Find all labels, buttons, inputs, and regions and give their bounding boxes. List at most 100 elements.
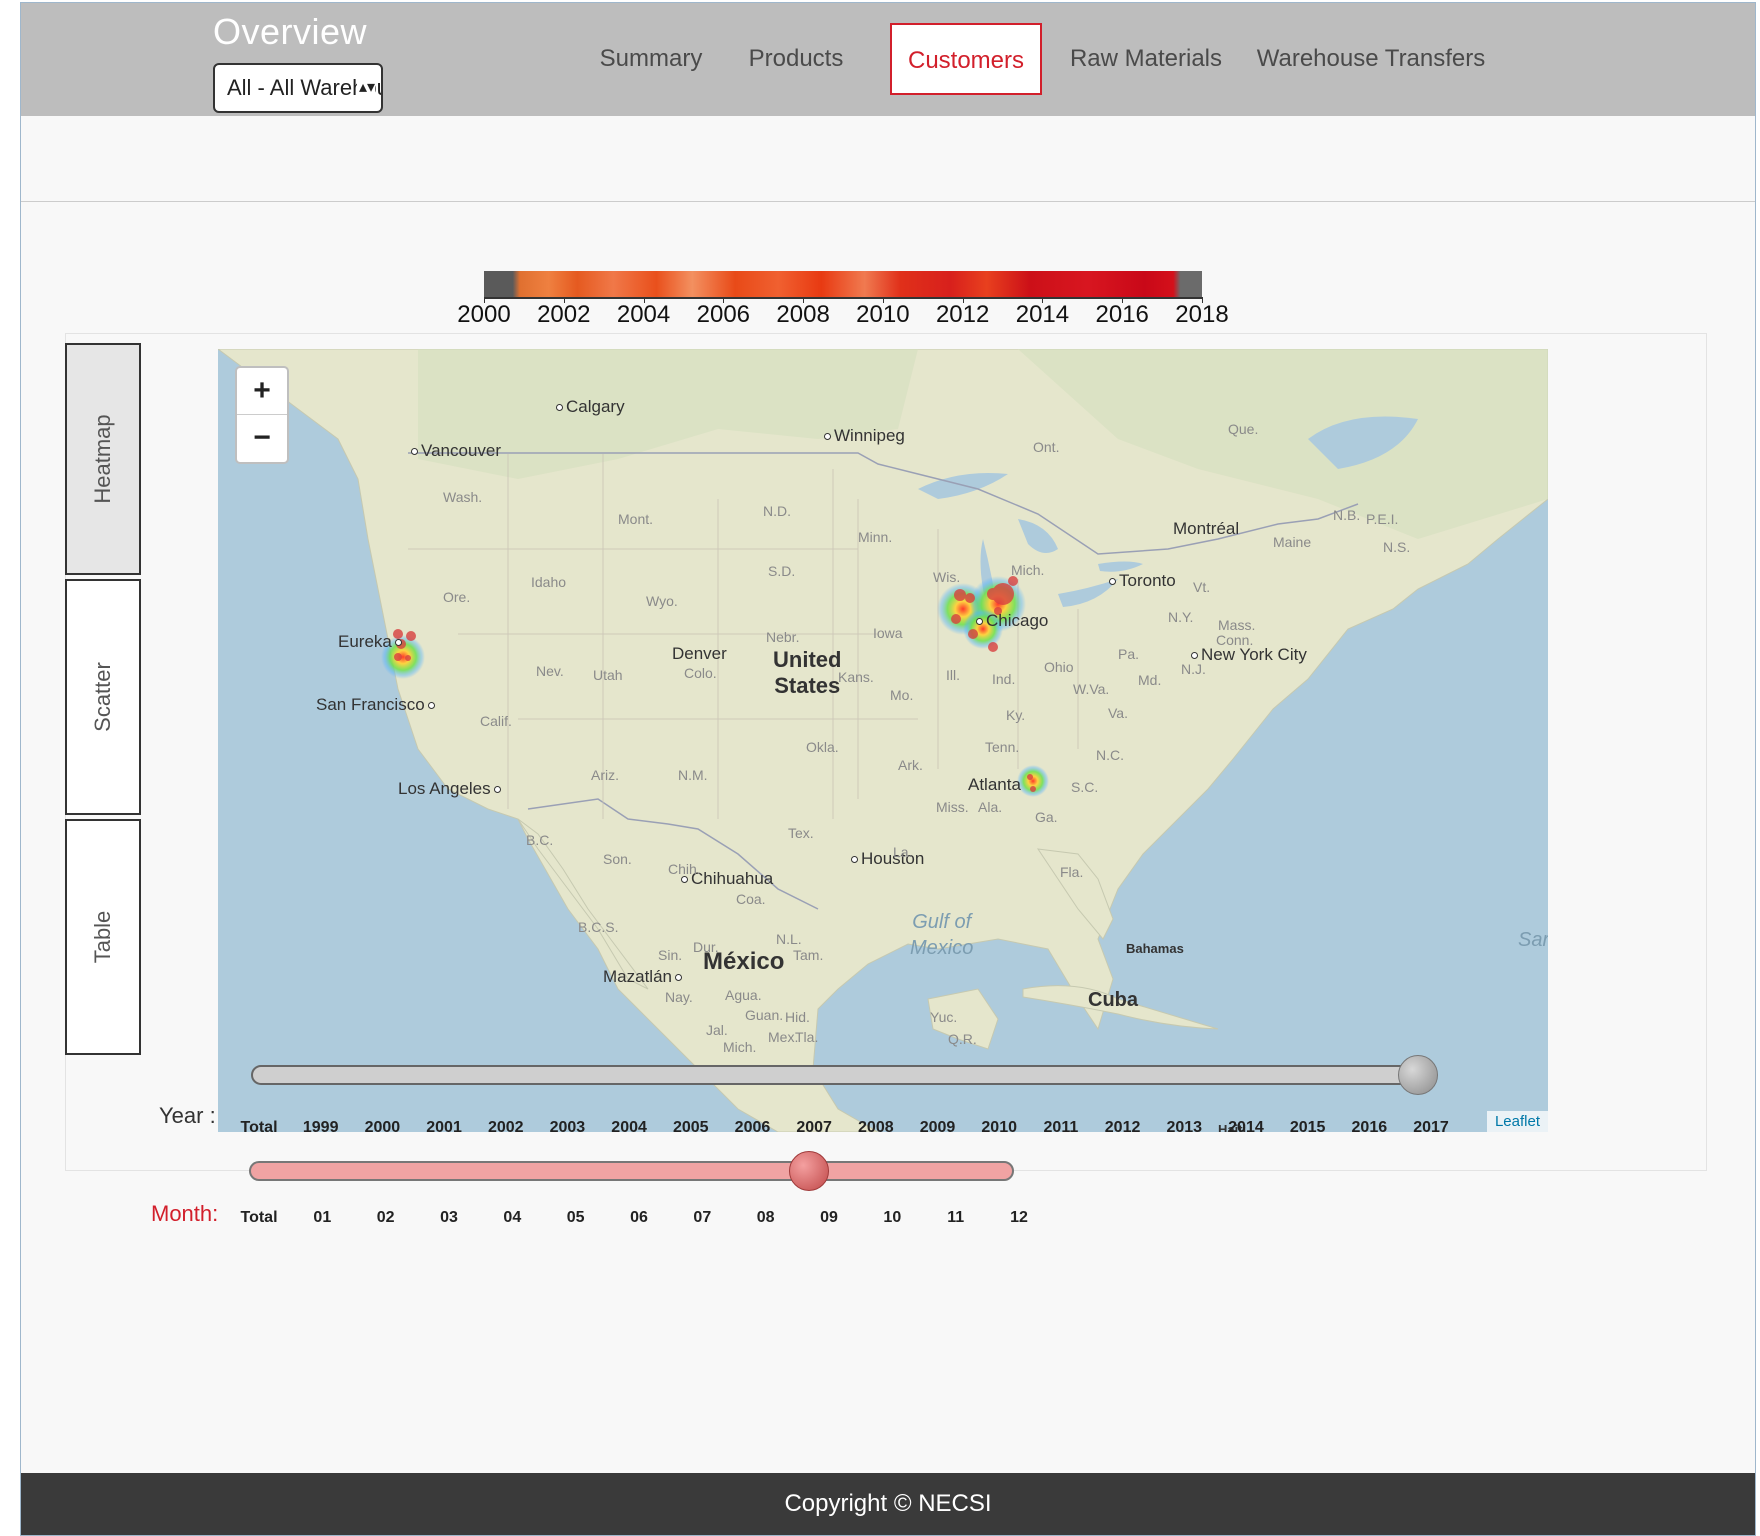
year-tick-label[interactable]: 2007 — [784, 1119, 844, 1137]
state-label: Wyo. — [646, 593, 678, 609]
tab-scatter[interactable]: Scatter — [65, 579, 141, 815]
month-tick-label[interactable]: 08 — [736, 1209, 796, 1227]
year-colorbar — [484, 271, 1202, 297]
city-label: Houston — [848, 849, 924, 869]
state-label: Ont. — [1033, 439, 1060, 455]
year-tick-label[interactable]: 2002 — [476, 1119, 536, 1137]
tab-summary[interactable]: Summary — [591, 23, 711, 95]
water-label-sargasso: Sar — [1518, 929, 1548, 951]
city-label: Chicago — [973, 611, 1048, 631]
state-label: Tenn. — [985, 739, 1020, 755]
colorbar-tick-label: 2002 — [537, 301, 591, 328]
zoom-out-button[interactable]: − — [237, 415, 287, 461]
year-tick-label[interactable]: 2001 — [414, 1119, 474, 1137]
month-tick-label[interactable]: 05 — [546, 1209, 606, 1227]
country-label-us: United States — [773, 647, 842, 698]
year-slider-track[interactable] — [251, 1065, 1421, 1085]
city-marker-icon — [493, 786, 501, 794]
year-tick-label[interactable]: 2004 — [599, 1119, 659, 1137]
tab-table[interactable]: Table — [65, 819, 141, 1055]
city-marker-icon — [851, 856, 858, 864]
year-tick-label[interactable]: Total — [229, 1119, 289, 1137]
colorbar-tick-label: 2010 — [856, 301, 910, 328]
month-tick-label[interactable]: Total — [229, 1209, 289, 1227]
sub-bar — [21, 116, 1755, 202]
state-label: Mich. — [1011, 562, 1045, 578]
year-tick-label[interactable]: 1999 — [291, 1119, 351, 1137]
year-tick-label[interactable]: 2014 — [1216, 1119, 1276, 1137]
year-tick-label[interactable]: 2012 — [1093, 1119, 1153, 1137]
state-label: Kans. — [838, 669, 874, 685]
colorbar-tick-label: 2014 — [1015, 301, 1070, 328]
state-label: Ga. — [1035, 809, 1058, 825]
city-marker-icon — [976, 618, 983, 626]
month-tick-label[interactable]: 11 — [926, 1209, 986, 1227]
state-label: N.M. — [678, 767, 708, 783]
month-tick-label[interactable]: 01 — [292, 1209, 352, 1227]
month-tick-label[interactable]: 09 — [799, 1209, 859, 1227]
year-tick-label[interactable]: 2006 — [722, 1119, 782, 1137]
month-tick-label[interactable]: 06 — [609, 1209, 669, 1227]
state-label: Ark. — [898, 757, 923, 773]
tab-customers[interactable]: Customers — [890, 23, 1042, 95]
city-label: Mazatlán — [603, 967, 685, 987]
map-base — [218, 349, 1548, 1132]
year-tick-label[interactable]: 2003 — [537, 1119, 597, 1137]
zoom-in-button[interactable]: + — [237, 368, 287, 415]
year-tick-label[interactable]: 2011 — [1031, 1119, 1091, 1137]
tab-raw-materials[interactable]: Raw Materials — [1061, 23, 1231, 95]
app-frame: Overview All - All Warehouses ▴▾ Summary… — [20, 2, 1756, 1536]
city-marker-icon — [674, 974, 682, 982]
state-label: Que. — [1228, 421, 1259, 437]
month-tick-label[interactable]: 12 — [989, 1209, 1049, 1227]
state-label: B.C.S. — [578, 919, 619, 935]
city-label: Toronto — [1106, 571, 1176, 591]
month-tick-label[interactable]: 04 — [482, 1209, 542, 1227]
state-label: Vt. — [1193, 579, 1211, 595]
state-label: Sin. — [658, 947, 683, 963]
year-tick-label[interactable]: 2013 — [1154, 1119, 1214, 1137]
month-slider-handle[interactable] — [789, 1151, 829, 1191]
state-label: Q.R. — [948, 1031, 977, 1047]
state-label: Minn. — [858, 529, 893, 545]
header: Overview All - All Warehouses ▴▾ Summary… — [21, 3, 1755, 116]
year-tick-label[interactable]: 2008 — [846, 1119, 906, 1137]
year-tick-label[interactable]: 2009 — [908, 1119, 968, 1137]
month-tick-label[interactable]: 02 — [356, 1209, 416, 1227]
year-tick-label[interactable]: 2005 — [661, 1119, 721, 1137]
city-marker-icon — [824, 433, 831, 441]
heatmap-map[interactable]: + − Calgary Winnipeg Vancouver Montréal … — [218, 349, 1548, 1132]
state-label: Fla. — [1060, 864, 1084, 880]
state-label: S.D. — [768, 563, 796, 579]
year-tick-label[interactable]: 2017 — [1401, 1119, 1461, 1137]
tab-products[interactable]: Products — [736, 23, 856, 95]
year-tick-label[interactable]: 2016 — [1339, 1119, 1399, 1137]
month-tick-label[interactable]: 03 — [419, 1209, 479, 1227]
state-label: Pa. — [1118, 646, 1140, 662]
year-tick-label[interactable]: 2010 — [969, 1119, 1029, 1137]
month-slider-track[interactable] — [249, 1161, 1014, 1181]
tab-heatmap[interactable]: Heatmap — [65, 343, 141, 575]
footer: Copyright © NECSI — [21, 1473, 1755, 1535]
state-label: Wis. — [933, 569, 961, 585]
warehouse-select[interactable]: All - All Warehouses ▴▾ — [213, 63, 383, 113]
month-tick-label[interactable]: 10 — [862, 1209, 922, 1227]
state-label: N.Y. — [1168, 609, 1194, 625]
city-label: Winnipeg — [821, 426, 905, 446]
state-label: Okla. — [806, 739, 839, 755]
city-marker-icon — [681, 876, 688, 884]
map-attribution-link[interactable]: Leaflet — [1486, 1111, 1548, 1132]
country-label-cuba: Cuba — [1088, 989, 1138, 1011]
state-label: Mich. — [723, 1039, 757, 1055]
state-label: Agua. — [725, 987, 762, 1003]
month-tick-label[interactable]: 07 — [672, 1209, 732, 1227]
state-label: Nay. — [665, 989, 693, 1005]
country-label-bahamas: Bahamas — [1126, 941, 1184, 956]
year-slider-handle[interactable] — [1398, 1055, 1438, 1095]
colorbar-tick-label: 2012 — [935, 301, 990, 328]
tab-warehouse-transfers[interactable]: Warehouse Transfers — [1251, 23, 1491, 95]
state-label: Va. — [1108, 705, 1128, 721]
year-tick-label[interactable]: 2015 — [1278, 1119, 1338, 1137]
state-label: Hid. — [785, 1009, 810, 1025]
year-tick-label[interactable]: 2000 — [352, 1119, 412, 1137]
